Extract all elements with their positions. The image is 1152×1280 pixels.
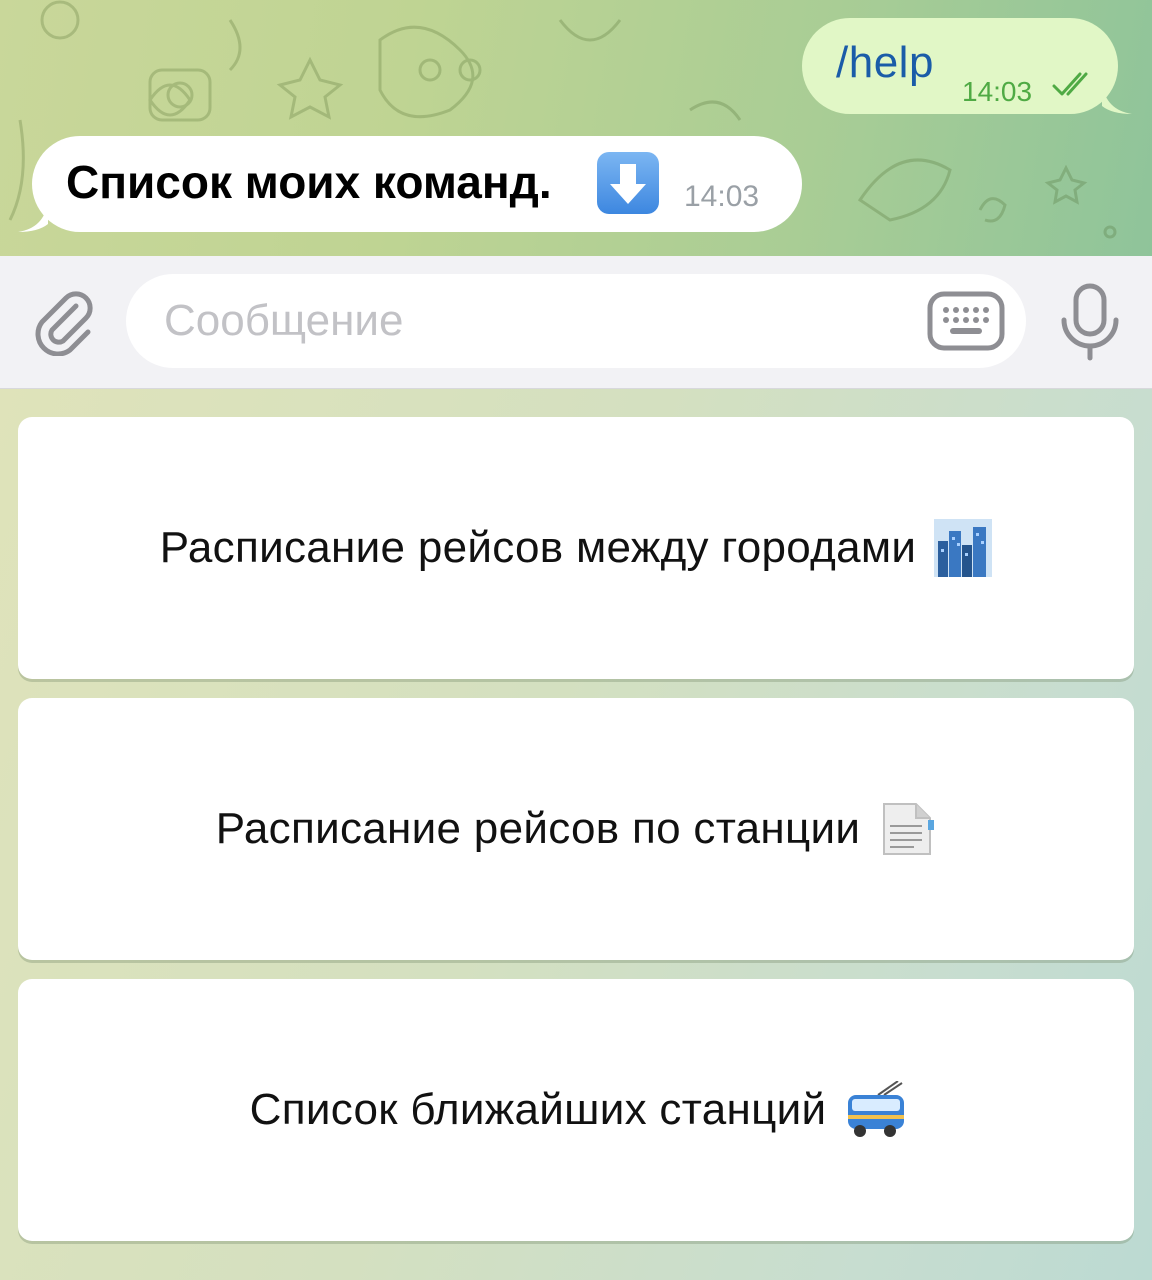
incoming-message-text: Список моих команд.	[66, 156, 552, 208]
outgoing-message-text: /help	[836, 38, 934, 87]
incoming-message-bubble[interactable]: Список моих команд. 14:03	[18, 136, 802, 232]
page-emoji-icon	[878, 800, 936, 858]
bubble-tail	[1102, 84, 1132, 114]
double-check-icon	[1052, 72, 1088, 96]
message-composer: Сообщение	[0, 256, 1152, 389]
keyboard-button-intercity-schedule[interactable]: Расписание рейсов между городами	[18, 417, 1134, 679]
keyboard-button-label-row: Список ближайших станций	[249, 1080, 905, 1139]
keyboard-button-label-row: Расписание рейсов по станции	[216, 800, 937, 858]
keyboard-button-station-schedule[interactable]: Расписание рейсов по станции	[18, 698, 1134, 960]
message-input[interactable]: Сообщение	[126, 274, 1026, 368]
telegram-chat-screen: /help 14:03 Список моих команд. 14:03 Со…	[0, 0, 1152, 1280]
keyboard-button-label: Расписание рейсов по станции	[215, 804, 861, 853]
bubble-tail	[18, 202, 48, 232]
keyboard-button-label-row: Расписание рейсов между городами	[160, 519, 993, 577]
incoming-message-time: 14:03	[684, 180, 760, 213]
keyboard-button-nearest-stations[interactable]: Список ближайших станций	[18, 979, 1134, 1241]
down-arrow-emoji-icon	[597, 152, 659, 214]
keyboard-button-label: Список ближайших станций	[249, 1085, 827, 1134]
paperclip-icon[interactable]	[28, 284, 100, 357]
outgoing-message-time: 14:03	[962, 76, 1033, 107]
keyboard-button-label: Расписание рейсов между городами	[159, 523, 917, 572]
reply-keyboard: Расписание рейсов между городами Расписа…	[0, 389, 1152, 1280]
message-input-placeholder: Сообщение	[164, 296, 404, 345]
chat-background: /help 14:03 Список моих команд. 14:03	[0, 0, 1152, 256]
keyboard-icon[interactable]	[926, 288, 1006, 354]
outgoing-message-bubble[interactable]: /help 14:03	[802, 18, 1132, 114]
microphone-icon[interactable]	[1056, 282, 1124, 362]
cityscape-emoji-icon	[934, 519, 993, 577]
trolleybus-emoji-icon	[844, 1080, 905, 1139]
